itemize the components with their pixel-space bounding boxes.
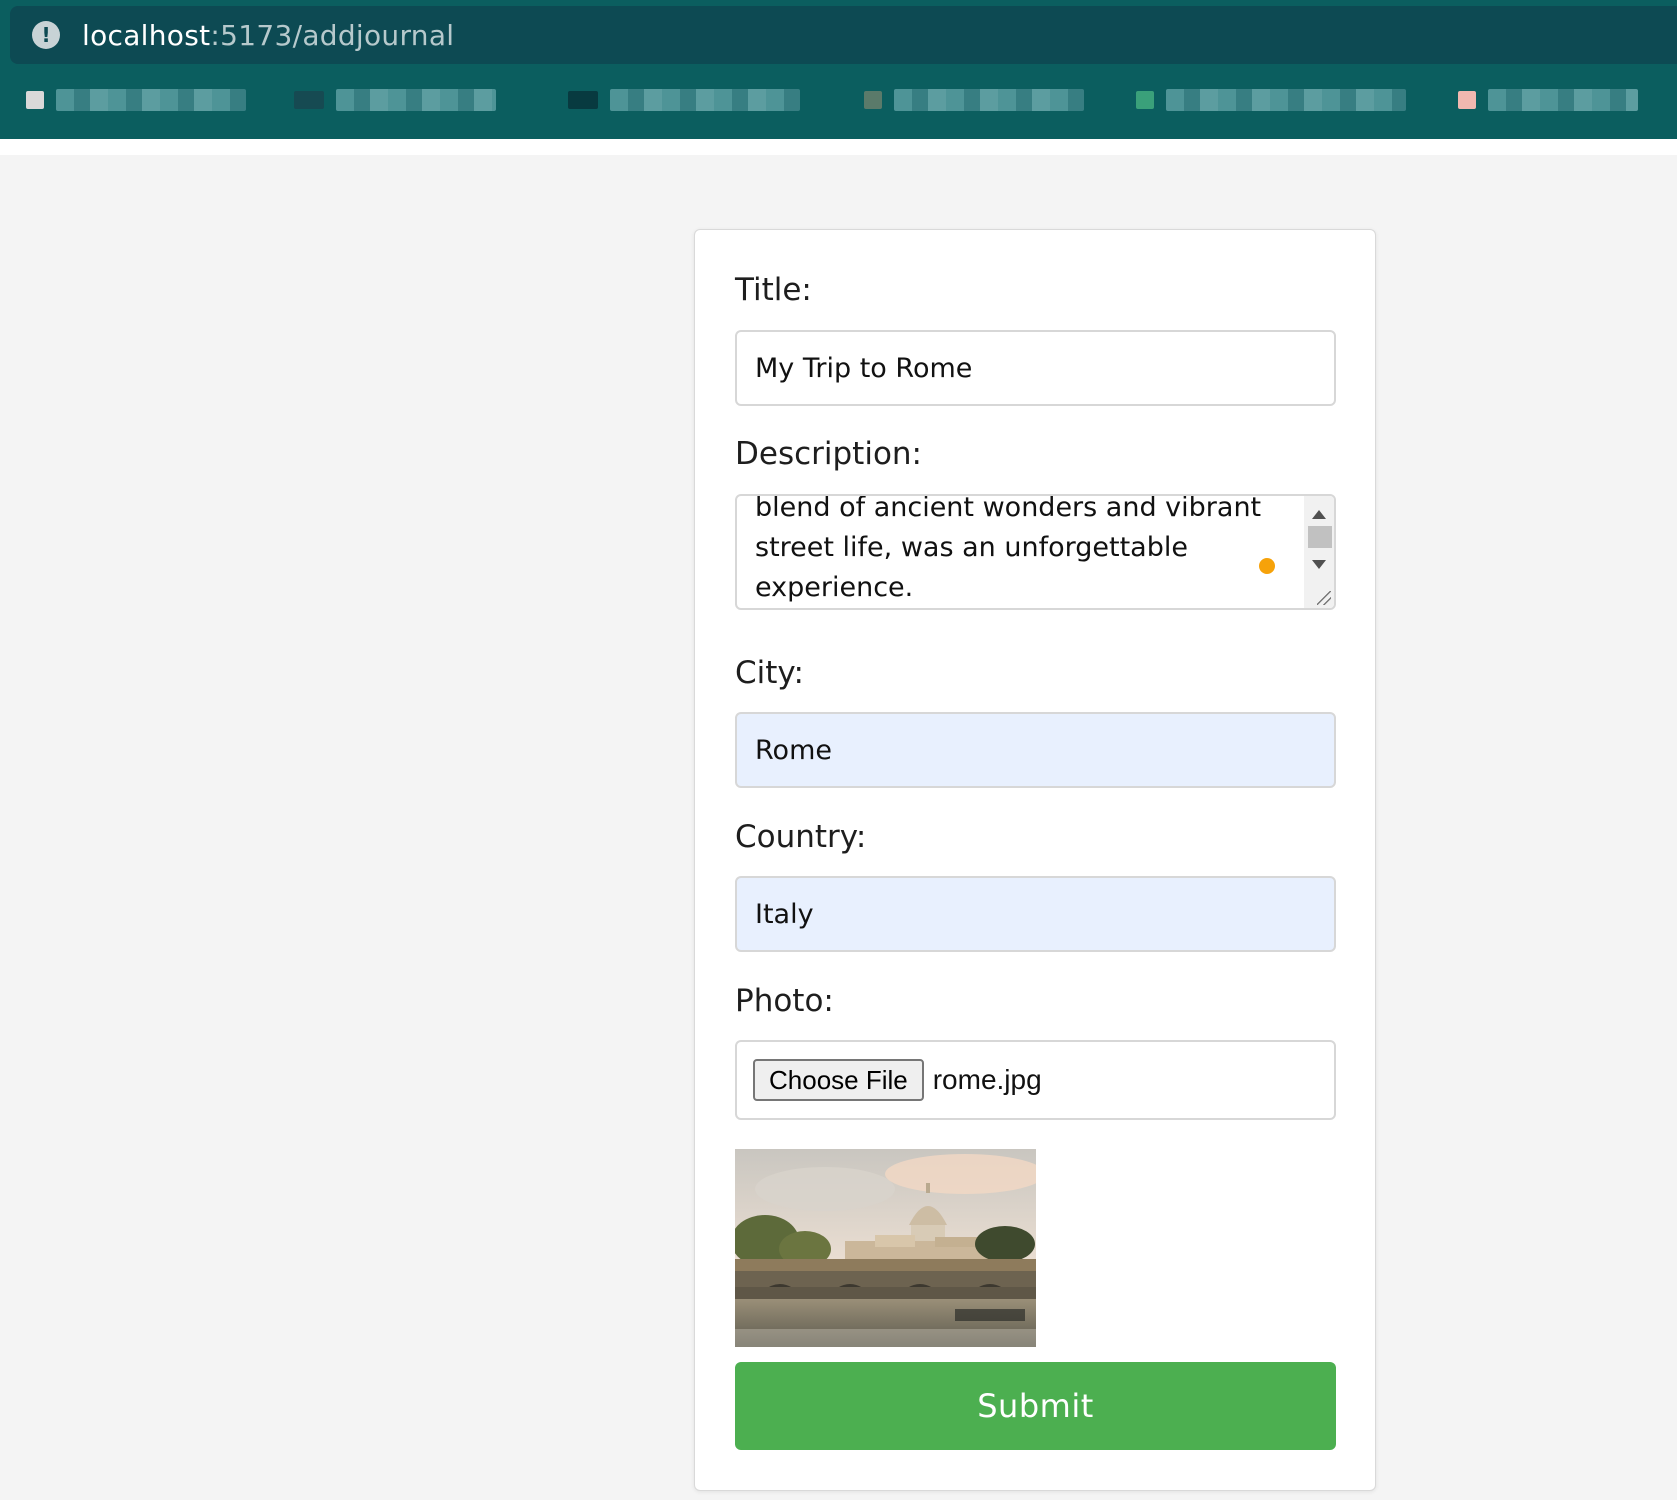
- address-bar[interactable]: ! localhost:5173/addjournal: [10, 6, 1677, 64]
- city-input[interactable]: Rome: [735, 712, 1336, 788]
- rome-photo-icon: [735, 1149, 1036, 1347]
- description-line: blend of ancient wonders and vibrant: [755, 494, 1262, 523]
- description-textarea[interactable]: blend of ancient wonders and vibrant str…: [735, 494, 1336, 610]
- choose-file-button[interactable]: Choose File: [753, 1059, 924, 1101]
- bookmark-item[interactable]: [1166, 89, 1406, 111]
- city-label: City:: [735, 655, 804, 691]
- browser-chrome: ! localhost:5173/addjournal: [0, 0, 1677, 139]
- bookmarks-bar-blurred: [0, 75, 1677, 125]
- bookmark-item[interactable]: [1488, 89, 1638, 111]
- description-line: street life, was an unforgettable: [755, 532, 1188, 563]
- scroll-up-arrow-icon[interactable]: [1312, 510, 1326, 519]
- bookmark-favicon: [864, 91, 882, 109]
- country-input[interactable]: Italy: [735, 876, 1336, 952]
- description-line: experience.: [755, 572, 914, 603]
- bookmark-favicon: [26, 91, 44, 109]
- bookmark-favicon: [1458, 91, 1476, 109]
- description-text: blend of ancient wonders and vibrant str…: [755, 494, 1275, 608]
- bookmark-favicon: [294, 91, 324, 109]
- photo-label: Photo:: [735, 983, 834, 1019]
- bookmark-item[interactable]: [336, 89, 496, 111]
- url-text[interactable]: localhost:5173/addjournal: [82, 19, 454, 52]
- url-host: localhost: [82, 18, 211, 52]
- add-journal-form: Title: My Trip to Rome Description: blen…: [694, 229, 1376, 1491]
- bookmark-favicon: [1136, 91, 1154, 109]
- bookmark-item[interactable]: [894, 89, 1084, 111]
- grammar-indicator-icon[interactable]: [1259, 558, 1275, 574]
- chrome-divider: [0, 139, 1677, 155]
- submit-button[interactable]: Submit: [735, 1362, 1336, 1450]
- selected-file-name: rome.jpg: [932, 1064, 1042, 1095]
- scroll-thumb[interactable]: [1308, 526, 1332, 548]
- site-info-icon[interactable]: !: [32, 21, 60, 49]
- bookmark-favicon: [568, 91, 598, 109]
- scroll-down-arrow-icon[interactable]: [1312, 560, 1326, 569]
- title-input[interactable]: My Trip to Rome: [735, 330, 1336, 406]
- bookmark-item[interactable]: [610, 89, 800, 111]
- bookmark-item[interactable]: [56, 89, 246, 111]
- resize-handle-icon[interactable]: [1317, 591, 1331, 605]
- description-label: Description:: [735, 436, 922, 472]
- photo-preview-image: [735, 1149, 1036, 1347]
- country-label: Country:: [735, 819, 867, 855]
- url-path: :5173/addjournal: [210, 18, 455, 52]
- title-label: Title:: [735, 272, 812, 308]
- photo-file-input[interactable]: Choose File rome.jpg: [735, 1040, 1336, 1120]
